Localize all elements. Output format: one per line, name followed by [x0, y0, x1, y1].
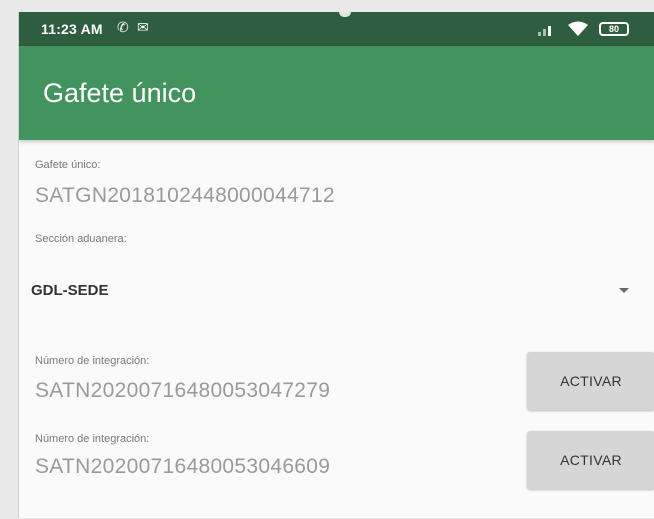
gafete-value: SATGN2018102448000044712	[35, 184, 335, 207]
page-title: Gafete único	[43, 78, 197, 108]
activar-button-2[interactable]: ACTIVAR	[527, 431, 654, 489]
integracion-1-label: Número de integración:	[35, 355, 150, 367]
message-icon: ✉	[137, 19, 149, 35]
phone-screen: 11:23 AM ✆ ✉ 80 Gafete único Gafete únic…	[18, 12, 654, 518]
integracion-2-label: Número de integración:	[35, 433, 150, 445]
seccion-selected-value: GDL-SEDE	[31, 282, 109, 299]
status-bar: 11:23 AM ✆ ✉ 80	[19, 12, 654, 46]
signal-icon	[538, 26, 551, 36]
gafete-label: Gafete único:	[35, 159, 101, 171]
battery-icon: 80	[599, 22, 629, 36]
activar-button-1[interactable]: ACTIVAR	[527, 352, 654, 410]
integracion-1-value: SATN20200716480053047279	[35, 379, 331, 402]
whatsapp-icon: ✆	[117, 19, 129, 35]
wifi-icon	[568, 21, 588, 36]
integracion-2-value: SATN20200716480053046609	[35, 455, 331, 478]
status-time: 11:23 AM	[41, 21, 103, 37]
seccion-label: Sección aduanera:	[35, 233, 127, 245]
dropdown-arrow-icon	[619, 288, 629, 293]
app-bar: Gafete único	[19, 46, 654, 140]
camera-notch	[339, 12, 351, 17]
seccion-spinner[interactable]: GDL-SEDE	[19, 270, 654, 314]
